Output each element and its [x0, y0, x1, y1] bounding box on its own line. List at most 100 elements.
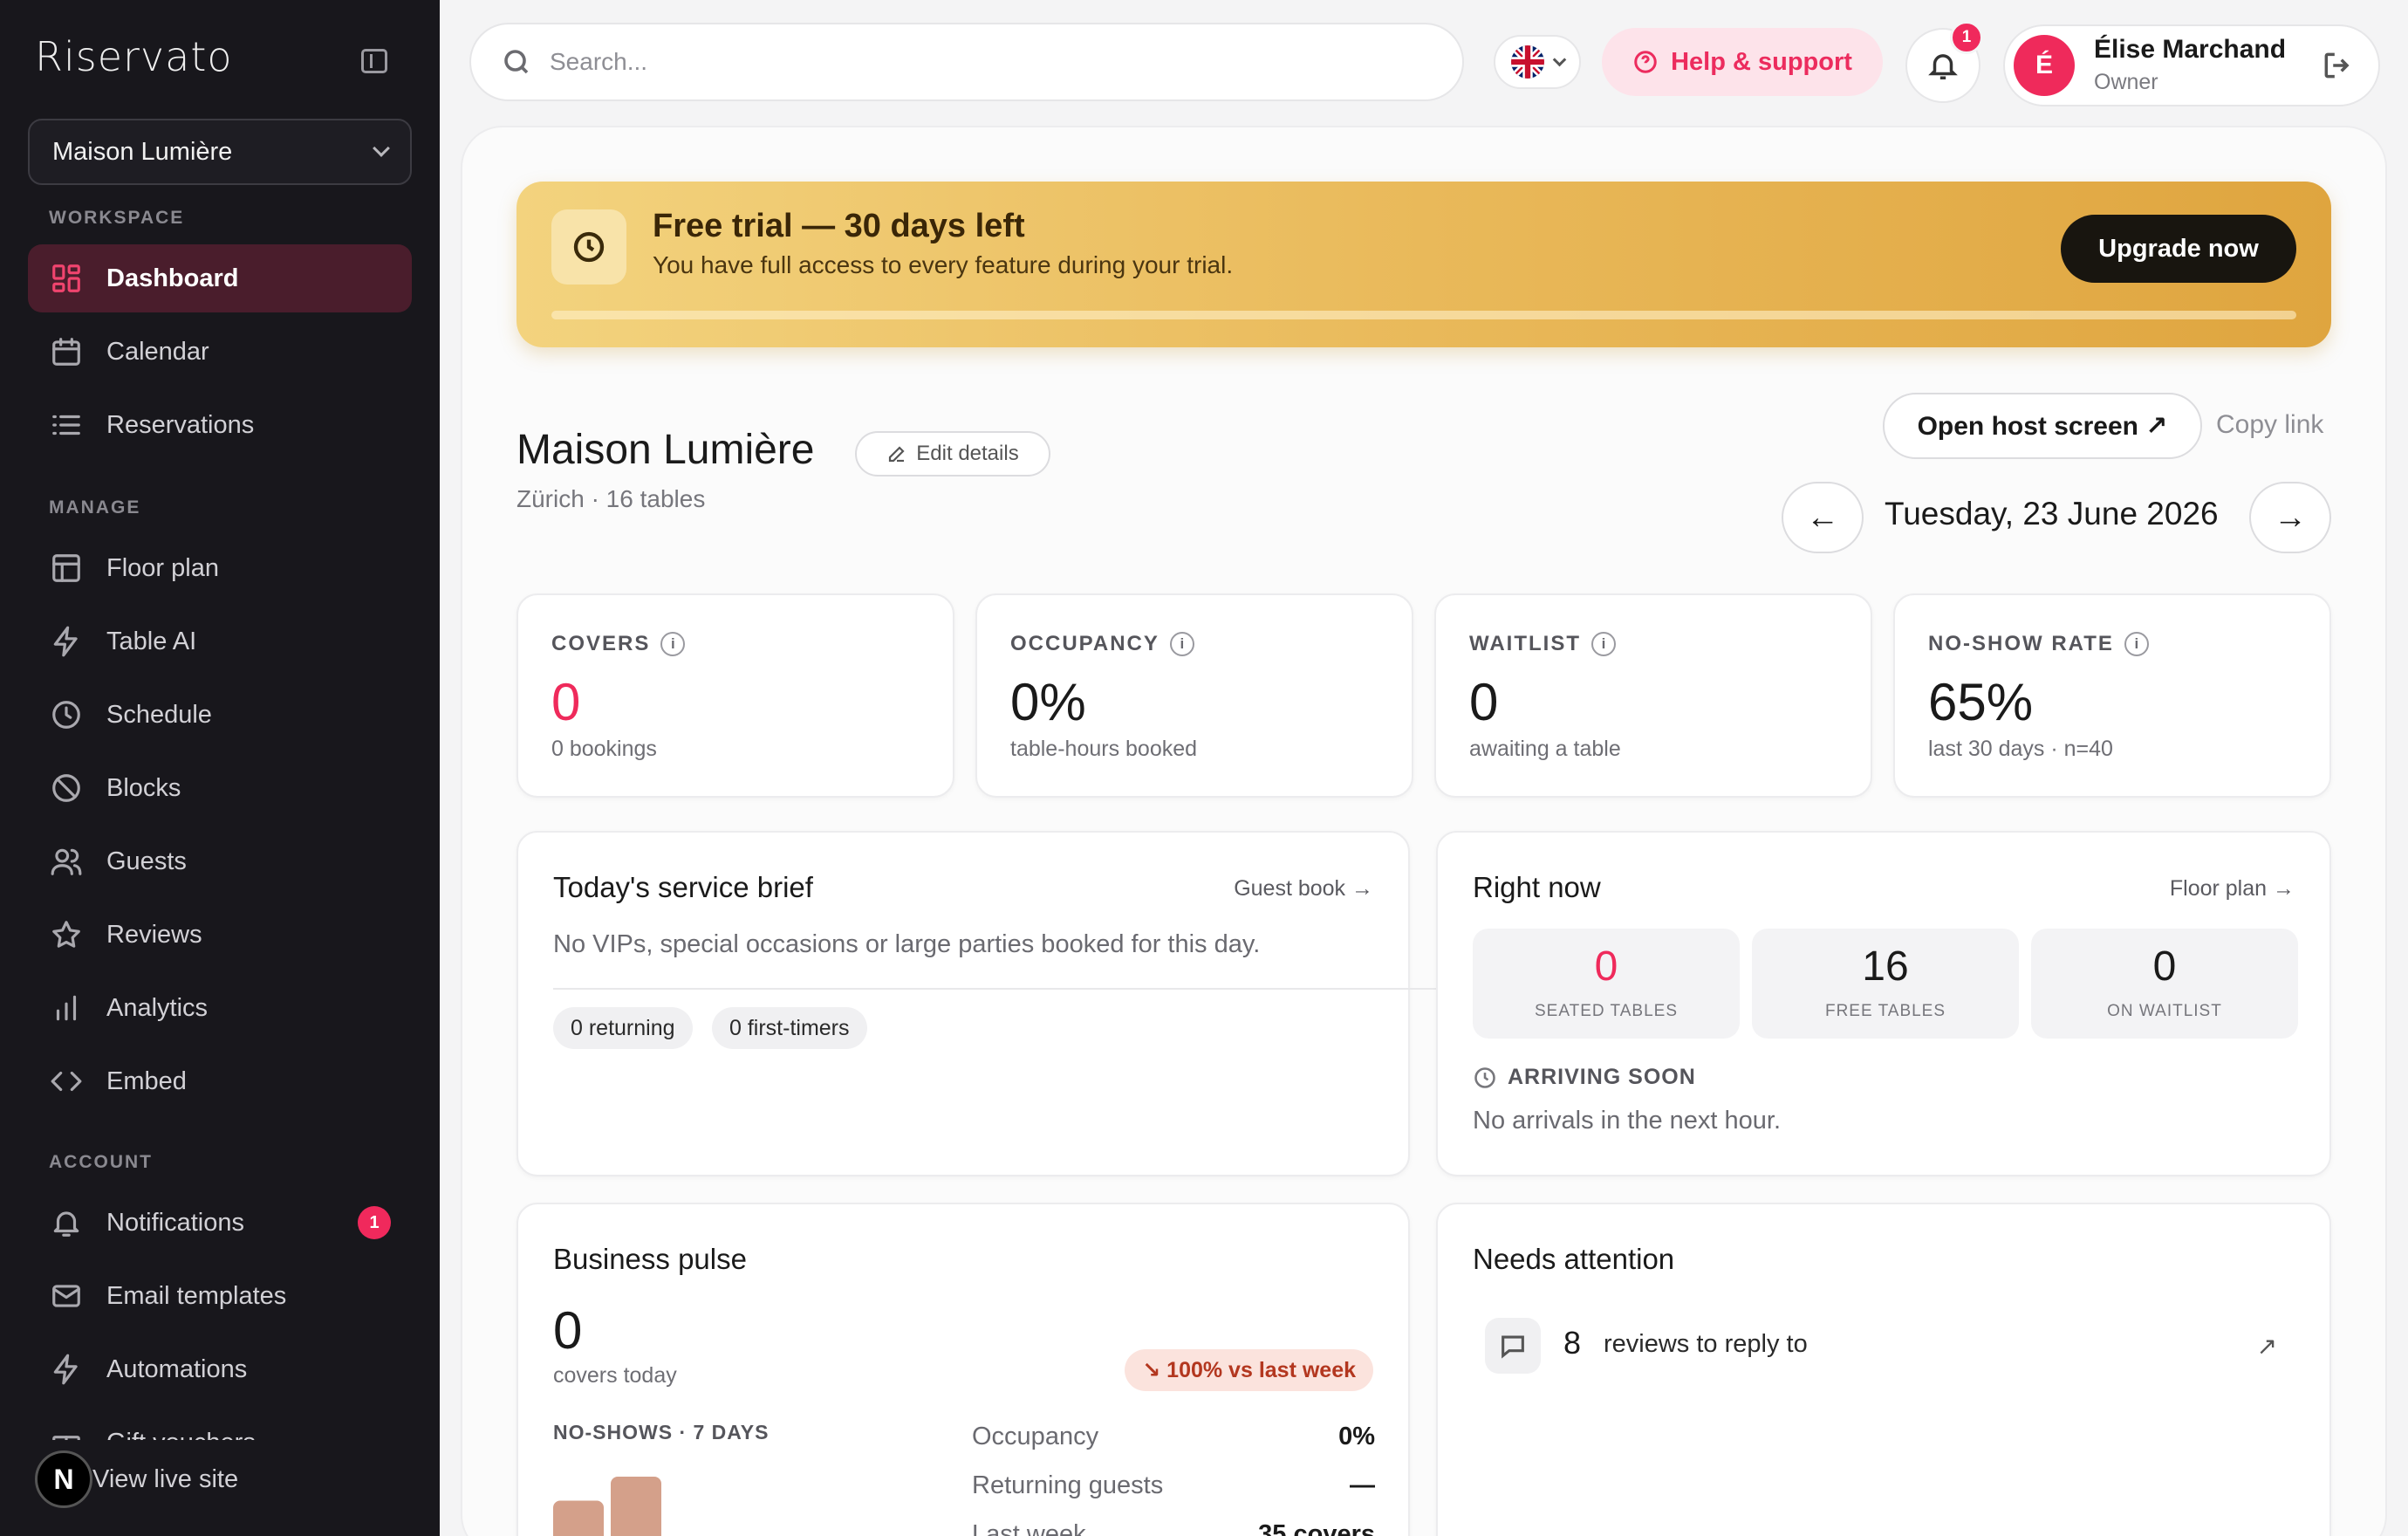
external-arrow-icon[interactable]: ↗ — [2257, 1332, 2277, 1361]
notification-badge: 1 — [358, 1206, 391, 1239]
sidebar-item-reviews[interactable]: Reviews — [28, 901, 412, 969]
pulse-value: 0 — [553, 1301, 583, 1360]
sidebar-item-embed[interactable]: Embed — [28, 1047, 412, 1115]
pulse-row-occupancy: Occupancy 0% — [972, 1423, 1375, 1451]
edit-details-button[interactable]: Edit details — [855, 431, 1050, 477]
business-pulse-card: Business pulse 0 covers today ↘ 100% vs … — [516, 1203, 1410, 1536]
sidebar-item-blocks[interactable]: Blocks — [28, 754, 412, 822]
sidebar-item-label: Table AI — [106, 627, 197, 655]
section-label-workspace: WORKSPACE — [49, 208, 185, 228]
stat-sub: table-hours booked — [1010, 737, 1198, 761]
user-menu[interactable]: É Élise Marchand Owner — [2003, 24, 2380, 106]
bar-chart-icon — [49, 991, 84, 1025]
upgrade-button[interactable]: Upgrade now — [2061, 215, 2296, 283]
bell-icon — [49, 1205, 84, 1240]
guest-book-link[interactable]: Guest book → — [1234, 876, 1373, 902]
tile-label: SEATED TABLES — [1535, 1002, 1678, 1020]
no-shows-bar-chart — [553, 1477, 661, 1536]
sidebar-collapse-icon[interactable] — [361, 49, 387, 73]
tile-label: ON WAITLIST — [2107, 1002, 2222, 1020]
language-select[interactable] — [1494, 35, 1581, 89]
stat-label: COVERS i — [551, 632, 686, 656]
sidebar-item-calendar[interactable]: Calendar — [28, 318, 412, 386]
sidebar-item-notifications[interactable]: Notifications 1 — [28, 1189, 412, 1257]
sidebar-item-reservations[interactable]: Reservations — [28, 391, 412, 459]
copy-link-button[interactable]: Copy link — [2216, 410, 2323, 440]
stat-label-text: COVERS — [551, 632, 651, 655]
right-now-card: Right now Floor plan → 0 SEATED TABLES 1… — [1436, 831, 2331, 1176]
sidebar-item-label: Embed — [106, 1066, 187, 1095]
sidebar-item-automations[interactable]: Automations — [28, 1335, 412, 1403]
lightning-icon — [49, 1352, 84, 1387]
sidebar-item-label: Automations — [106, 1354, 248, 1383]
arriving-label-text: ARRIVING SOON — [1508, 1065, 1696, 1089]
stat-value: 0 — [551, 673, 581, 731]
floor-plan-link[interactable]: Floor plan → — [2170, 876, 2295, 902]
view-live-site-link[interactable]: N View live site — [35, 1440, 419, 1519]
venue-meta: Zürich · 16 tables — [516, 485, 706, 512]
users-icon — [49, 844, 84, 879]
clock-icon — [1474, 1066, 1495, 1088]
info-icon[interactable]: i — [1591, 632, 1616, 656]
first-timers-chip: 0 first-timers — [712, 1007, 867, 1049]
open-host-screen-button[interactable]: Open host screen ↗ — [1883, 393, 2202, 459]
sidebar-item-floor-plan[interactable]: Floor plan — [28, 534, 412, 602]
code-icon — [49, 1064, 84, 1099]
info-icon[interactable]: i — [660, 632, 686, 656]
sidebar-item-label: Blocks — [106, 773, 181, 802]
section-label-account: ACCOUNT — [49, 1152, 153, 1172]
pulse-row-label: Occupancy — [972, 1423, 1099, 1450]
prev-date-button[interactable]: ← — [1782, 482, 1864, 553]
floor-plan-icon — [49, 551, 84, 586]
app-logo[interactable]: Riservato — [35, 33, 233, 80]
trial-title: Free trial — 30 days left — [653, 208, 1025, 244]
help-support-button[interactable]: Help & support — [1602, 28, 1883, 96]
service-brief-card: Today's service brief Guest book → No VI… — [516, 831, 1445, 1176]
stat-sub: 0 bookings — [551, 737, 657, 761]
sidebar-item-label: Schedule — [106, 700, 212, 729]
info-icon[interactable]: i — [2124, 632, 2149, 656]
returning-chip: 0 returning — [553, 1007, 693, 1049]
dev-avatar[interactable]: N — [35, 1450, 92, 1508]
card-title: Needs attention — [1473, 1243, 1675, 1275]
sidebar-item-analytics[interactable]: Analytics — [28, 974, 412, 1042]
next-date-button[interactable]: → — [2249, 482, 2331, 553]
stat-label-text: WAITLIST — [1469, 632, 1581, 655]
sidebar-item-dashboard[interactable]: Dashboard — [28, 244, 412, 312]
info-icon[interactable]: i — [1169, 632, 1194, 656]
sidebar-item-label: Calendar — [106, 337, 209, 366]
sidebar-item-label: Reviews — [106, 920, 202, 949]
sidebar-item-schedule[interactable]: Schedule — [28, 681, 412, 749]
tile-on-waitlist: 0 ON WAITLIST — [2031, 929, 2298, 1039]
attention-text[interactable]: reviews to reply to — [1604, 1330, 1808, 1359]
search-input[interactable] — [550, 48, 1335, 76]
tile-seated-tables: 0 SEATED TABLES — [1473, 929, 1740, 1039]
stat-card-covers: COVERS i 0 0 bookings — [516, 593, 954, 798]
card-title: Today's service brief — [553, 871, 813, 903]
sidebar-item-guests[interactable]: Guests — [28, 827, 412, 895]
venue-select[interactable]: Maison Lumière — [28, 119, 412, 185]
pulse-sub: covers today — [553, 1363, 677, 1388]
logout-icon[interactable] — [2321, 49, 2354, 82]
trial-banner: Free trial — 30 days left You have full … — [516, 182, 2331, 347]
page-title: Maison Lumière — [516, 427, 815, 473]
stat-label-text: OCCUPANCY — [1010, 632, 1160, 655]
user-name: Élise Marchand — [2094, 35, 2287, 64]
pulse-row-label: Last week — [972, 1520, 1086, 1536]
trial-progress — [551, 311, 2296, 319]
calendar-icon — [49, 334, 84, 369]
chevron-down-icon — [373, 140, 390, 157]
edit-details-label: Edit details — [916, 442, 1019, 465]
sidebar-item-email-templates[interactable]: Email templates — [28, 1262, 412, 1330]
tile-free-tables: 16 FREE TABLES — [1752, 929, 2019, 1039]
no-show-bar — [611, 1477, 661, 1536]
sidebar-item-table-ai[interactable]: Table AI — [28, 607, 412, 675]
stat-value: 0% — [1010, 673, 1086, 731]
pulse-row-value: 35 covers — [1258, 1520, 1375, 1536]
pulse-row-returning: Returning guests — — [972, 1471, 1375, 1500]
stat-label: OCCUPANCY i — [1010, 632, 1194, 656]
stat-card-waitlist: WAITLIST i 0 awaiting a table — [1434, 593, 1872, 798]
pulse-row-last-week: Last week 35 covers — [972, 1520, 1375, 1536]
sidebar-item-label: Guests — [106, 847, 187, 875]
search-bar[interactable] — [469, 23, 1464, 101]
